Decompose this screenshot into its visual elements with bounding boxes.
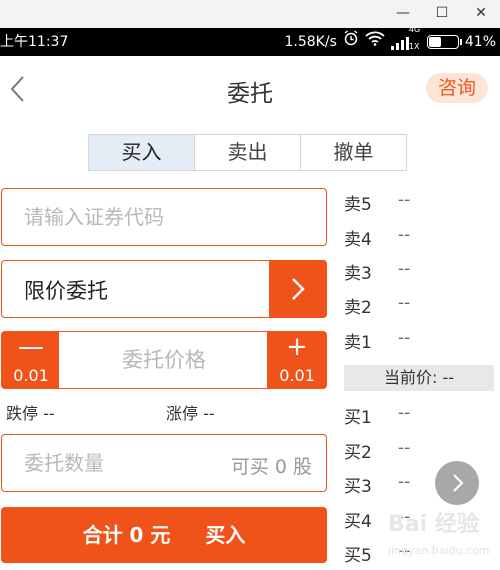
limit-up-text: 涨停 --	[166, 404, 215, 423]
network-label: 4G	[408, 25, 421, 34]
tab-cancel[interactable]: 撤单	[301, 135, 406, 170]
minimize-button[interactable]: —	[388, 2, 418, 24]
level-label: 买3	[344, 477, 372, 497]
alarm-icon	[343, 28, 359, 56]
level-value: --	[398, 293, 411, 313]
level-value: --	[398, 472, 411, 492]
status-speed: 1.58K/s	[284, 34, 337, 50]
level-value: --	[398, 403, 411, 423]
quantity-field: 可买 0 股	[1, 434, 327, 492]
level-label: 卖2	[344, 298, 372, 318]
chevron-right-icon	[292, 278, 305, 300]
app-header: 委托 咨询	[0, 56, 500, 122]
price-input[interactable]	[59, 332, 269, 388]
trade-tabs: 买入 卖出 撤单	[88, 134, 407, 171]
level-label: 买4	[344, 512, 372, 532]
quantity-input[interactable]	[2, 435, 202, 491]
level-label: 买5	[344, 546, 372, 566]
signal-icon: 4G 1X	[390, 25, 421, 52]
close-button[interactable]: ✕	[466, 2, 496, 24]
chevron-right-icon	[453, 474, 464, 492]
network-sub-label: 1X	[408, 42, 420, 51]
submit-label: 买入	[205, 523, 246, 547]
watermark-text: Bai 经验	[388, 512, 479, 537]
level-label: 买1	[344, 408, 372, 428]
level-value: --	[398, 438, 411, 458]
battery-icon	[426, 35, 462, 49]
maximize-button[interactable]: ☐	[427, 2, 457, 24]
status-right: 1.58K/s 4G 1X 41%	[284, 25, 497, 56]
price-increase-button[interactable]: + 0.01	[267, 331, 327, 389]
level-label: 卖5	[344, 195, 372, 215]
buy-submit-button[interactable]: 合计 0 元 买入	[1, 507, 327, 563]
security-code-field	[1, 188, 327, 246]
app-screen: — ☐ ✕ 上午11:37 1.58K/s 4G 1X 41% 委托 咨询 买入…	[0, 0, 500, 570]
window-titlebar: — ☐ ✕	[0, 0, 500, 28]
current-price: 当前价: --	[344, 365, 494, 391]
price-field	[59, 331, 269, 389]
level-value: --	[398, 190, 411, 210]
floating-next-button[interactable]	[435, 461, 479, 505]
level-label: 卖4	[344, 230, 372, 250]
battery-percent: 41%	[464, 34, 496, 50]
level-label: 卖3	[344, 264, 372, 284]
watermark-sub: jingyan.baidu.com	[388, 544, 490, 557]
level-value: --	[398, 328, 411, 348]
price-step-plus: 0.01	[279, 366, 315, 385]
price-decrease-button[interactable]: — 0.01	[1, 331, 61, 389]
minus-icon: —	[18, 332, 44, 362]
price-step-minus: 0.01	[13, 366, 49, 385]
order-type-label: 限价委托	[24, 279, 108, 303]
level-label: 卖1	[344, 333, 372, 353]
available-quantity: 可买 0 股	[230, 456, 312, 478]
plus-icon: +	[286, 332, 308, 362]
security-code-input[interactable]	[2, 189, 326, 245]
watermark-logo: Bai 经验 jingyan.baidu.com	[388, 512, 498, 568]
total-amount: 合计 0 元	[82, 523, 171, 547]
tab-sell[interactable]: 卖出	[195, 135, 301, 170]
status-bar: 上午11:37 1.58K/s 4G 1X 41%	[0, 25, 500, 56]
order-type-arrow-button[interactable]	[269, 260, 327, 318]
order-type-selector[interactable]: 限价委托	[1, 260, 327, 318]
limit-down-text: 跌停 --	[6, 404, 55, 423]
consult-button[interactable]: 咨询	[426, 73, 488, 103]
page-title: 委托	[227, 81, 273, 107]
price-stepper: — 0.01 + 0.01	[1, 331, 327, 389]
level-value: --	[398, 259, 411, 279]
level-label: 买2	[344, 443, 372, 463]
level-value: --	[398, 225, 411, 245]
tab-buy[interactable]: 买入	[89, 135, 195, 170]
wifi-icon	[365, 28, 385, 56]
battery-fill	[428, 37, 442, 47]
status-time: 上午11:37	[0, 34, 69, 50]
